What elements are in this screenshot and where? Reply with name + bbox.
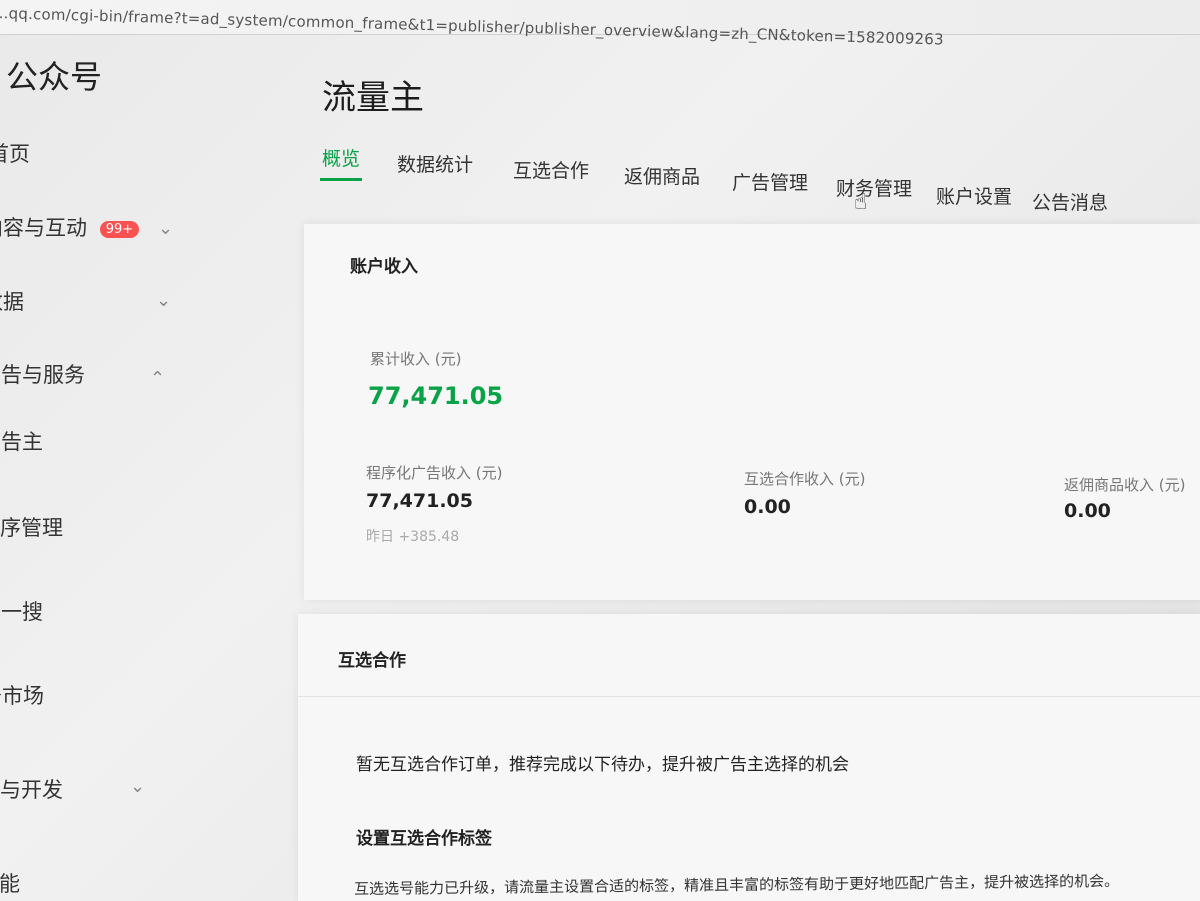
empty-state-text: 暂无互选合作订单，推荐完成以下待办，提升被广告主选择的机会 — [356, 755, 849, 775]
hand-cursor-icon: ☝ — [854, 190, 868, 215]
tab-mutual[interactable]: 互选合作 — [513, 156, 589, 183]
tab-finance[interactable]: 财务管理 — [836, 174, 912, 201]
chevron-down-icon[interactable]: ⌄ — [156, 290, 171, 311]
programmatic-income-label: 程序化广告收入 (元) — [366, 464, 503, 482]
tab-overview[interactable]: 概览 — [322, 144, 360, 171]
tab-commission[interactable]: 返佣商品 — [624, 162, 700, 189]
tab-account-settings[interactable]: 账户设置 — [936, 182, 1012, 209]
tab-announcements[interactable]: 公告消息 — [1032, 188, 1108, 215]
sidebar-item-miniprogram[interactable]: 小程序管理 — [0, 512, 63, 542]
sidebar-item-dev[interactable]: 设置与开发 — [0, 774, 63, 804]
sidebar-item-search[interactable]: 搜一搜 — [0, 596, 43, 626]
yesterday-change: 昨日 +385.48 — [366, 529, 460, 545]
total-income-label: 累计收入 (元) — [370, 350, 462, 368]
notification-badge: 99+ — [99, 220, 140, 238]
mutual-cooperation-card: 互选合作 暂无互选合作订单，推荐完成以下待办，提升被广告主选择的机会 设置互选合… — [298, 614, 1200, 901]
sidebar-item-ads-services[interactable]: 广告与服务 — [0, 359, 85, 389]
sidebar-item-label: 设置与开发 — [0, 778, 63, 802]
sidebar-item-label: 广告与服务 — [0, 363, 85, 387]
sidebar-item-data[interactable]: 数据 — [0, 286, 24, 316]
chevron-down-icon[interactable]: ⌄ — [158, 218, 173, 239]
divider — [298, 696, 1200, 697]
mutual-income-value: 0.00 — [744, 496, 791, 518]
tab-ad-management[interactable]: 广告管理 — [732, 168, 808, 195]
sidebar-item-market[interactable]: 服务市场 — [0, 680, 44, 710]
screen: ...qq.com/cgi-bin/frame?t=ad_system/comm… — [0, 0, 1200, 901]
page-title: 流量主 — [322, 78, 424, 118]
account-income-card: 账户收入 累计收入 (元) 77,471.05 程序化广告收入 (元) 77,4… — [304, 224, 1200, 600]
browser-address-bar[interactable]: ...qq.com/cgi-bin/frame?t=ad_system/comm… — [0, 0, 1200, 49]
sidebar-item-home[interactable]: 首页 — [0, 138, 30, 168]
sidebar-item-label: 服务市场 — [0, 684, 44, 708]
sidebar-item-label: 广告主 — [0, 430, 43, 454]
brand-title[interactable]: 公众号 — [6, 52, 102, 98]
sidebar-item-label: 新的功能 — [0, 872, 20, 896]
chevron-up-icon[interactable]: ⌃ — [150, 368, 165, 389]
sidebar-item-label: 首页 — [0, 142, 30, 166]
sidebar-item-label: 小程序管理 — [0, 516, 63, 540]
card-title: 账户收入 — [350, 257, 418, 277]
commission-income-label: 返佣商品收入 (元) — [1064, 476, 1186, 494]
active-tab-indicator — [320, 178, 362, 181]
tab-statistics[interactable]: 数据统计 — [397, 150, 473, 177]
commission-income-value: 0.00 — [1064, 500, 1111, 522]
sidebar: 公众号 首页 内容与互动 99+ ⌄ 数据 ⌄ 广告与服务 ⌃ 广告主 小程序管… — [0, 34, 300, 901]
sidebar-item-features[interactable]: 新的功能 — [0, 868, 20, 898]
programmatic-income-value: 77,471.05 — [366, 490, 473, 512]
mutual-income-label: 互选合作收入 (元) — [744, 470, 866, 488]
sidebar-item-label: 内容与互动 — [0, 216, 87, 240]
sidebar-item-advertiser[interactable]: 广告主 — [0, 426, 43, 456]
card-title: 互选合作 — [338, 651, 406, 671]
tag-setting-description: 互选选号能力已升级，请流量主设置合适的标签，精准且丰富的标签有助于更好地匹配广告… — [354, 871, 1120, 898]
sidebar-item-content[interactable]: 内容与互动 99+ — [0, 212, 140, 242]
tag-setting-heading: 设置互选合作标签 — [356, 829, 492, 849]
sidebar-item-label: 数据 — [0, 290, 24, 314]
sidebar-item-label: 搜一搜 — [0, 600, 43, 624]
total-income-value: 77,471.05 — [368, 382, 504, 410]
chevron-down-icon[interactable]: ⌄ — [130, 776, 145, 797]
